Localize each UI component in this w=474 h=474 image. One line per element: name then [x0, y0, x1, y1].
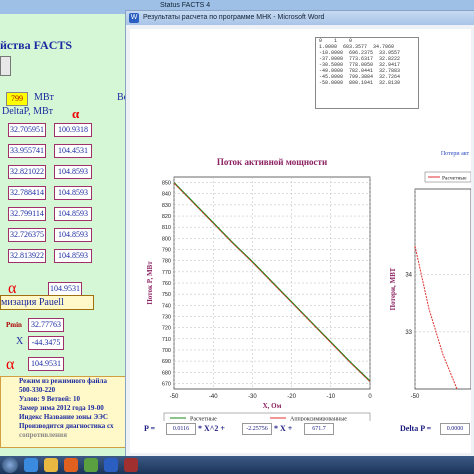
p-coef-b-field[interactable]: -2.25756 [242, 423, 272, 435]
alpha2-symbol: α [6, 356, 15, 373]
p-coef-c-field[interactable]: 671.7 [304, 423, 334, 435]
x-value-field[interactable]: -44.3475 [28, 336, 64, 350]
x-tick-label: -30 [248, 394, 257, 400]
delta-eq-label: Delta P = [400, 424, 432, 433]
table-cell[interactable]: 104.8593 [54, 249, 92, 263]
y-tick-label: 670 [162, 381, 171, 387]
small-button[interactable] [0, 56, 11, 76]
y-tick-label: 840 [162, 192, 171, 198]
y-axis-label: Поток P, МВт [146, 261, 154, 305]
y-tick-label: 790 [162, 248, 171, 254]
table-cell[interactable]: 104.8593 [54, 165, 92, 179]
table-cell[interactable]: 33.955741 [8, 144, 46, 158]
table-cell[interactable]: 32.813922 [8, 249, 46, 263]
delta-coef-a-field[interactable]: 0.0000 [440, 423, 470, 435]
mw-value-field[interactable]: 799 [6, 92, 28, 106]
p-eq-label: P = [144, 424, 156, 433]
app-icon[interactable] [124, 458, 138, 472]
status-line: Производится диагностика сх [19, 422, 114, 430]
y-tick-label: 700 [162, 348, 171, 354]
y-axis-label-2: Потери, МВТ [389, 267, 397, 310]
y-tick-label: 760 [162, 281, 171, 287]
y-tick-label: 680 [162, 370, 171, 376]
x-tick-label-2: -50 [411, 394, 420, 400]
table-cell[interactable]: 32.821022 [8, 165, 46, 179]
p-eq-x-label: * X + [274, 424, 293, 433]
start-orb-icon[interactable] [2, 457, 18, 473]
table-cell[interactable]: 104.8593 [54, 186, 92, 200]
data-line: -50.0000 800.1041 32.8139 [319, 80, 401, 86]
mw-unit-label: МВт [34, 92, 54, 103]
y-tick-label: 770 [162, 270, 171, 276]
media-icon[interactable] [84, 458, 98, 472]
losses-chart: Потери акт 33 34 -50 Потери, МВТ Расчетные [389, 151, 471, 400]
table-cell[interactable]: 32.799114 [8, 207, 46, 221]
taskbar [0, 456, 474, 474]
status-line: Режим из режимного файла [19, 377, 107, 385]
delta-p-label: DeltaP, МВт [2, 106, 54, 117]
results-window: W Результаты расчета по программе МНК - … [125, 10, 474, 458]
x-axis-label: X, Ом [263, 402, 282, 410]
y-tick-label: 780 [162, 259, 171, 265]
folder-icon[interactable] [44, 458, 58, 472]
plot-area-2 [414, 188, 471, 390]
y-tick-label: 690 [162, 359, 171, 365]
y-tick-label: 750 [162, 292, 171, 298]
x-tick-label: -10 [326, 394, 335, 400]
active-power-chart: Поток активной мощности -50 -40 -30 -20 -10 0 6… [146, 157, 372, 421]
alpha-value-field[interactable]: 104.9531 [48, 282, 82, 296]
alpha-symbol: α [72, 106, 80, 121]
p-coef-a-field[interactable]: 0.0116 [166, 423, 196, 435]
y-tick-label-2: 34 [405, 273, 412, 279]
optimization-button[interactable]: мизация Pauell [0, 295, 94, 310]
pmin-value-field[interactable]: 32.77763 [28, 318, 64, 332]
results-titlebar[interactable]: W Результаты расчета по программе МНК - … [126, 11, 474, 25]
y-tick-label: 830 [162, 203, 171, 209]
x-tick-label: -20 [287, 394, 296, 400]
ie-icon[interactable] [24, 458, 38, 472]
table-cell[interactable]: 104.4531 [54, 144, 92, 158]
legend-entry-2: Расчетные [442, 176, 467, 182]
table-cell[interactable]: 32.726375 [8, 228, 46, 242]
status-line: Узлов: 9 Ветвей: 10 [19, 395, 80, 403]
table-cell[interactable]: 32.705951 [8, 123, 46, 137]
y-tick-label: 720 [162, 326, 171, 332]
x-tick-label: -50 [170, 394, 179, 400]
y-tick-label: 710 [162, 337, 171, 343]
alpha2-value-field[interactable]: 104.9531 [28, 357, 64, 371]
p-equation: P = 0.0116 * X^2 + -2.25756 * X + 671.7 [144, 421, 380, 437]
firefox-icon[interactable] [64, 458, 78, 472]
data-text-box[interactable]: 0 1 0 1.0000 603.3577 34.7060 -10.0000 6… [315, 37, 419, 109]
facts-heading: йства FACTS [0, 38, 73, 52]
y-tick-label: 800 [162, 236, 171, 242]
word-icon[interactable] [104, 458, 118, 472]
table-cell[interactable]: 100.9318 [54, 123, 92, 137]
y-tick-label: 820 [162, 214, 171, 220]
status-line: 500-330-220 [19, 386, 56, 394]
y-tick-label-2: 33 [405, 330, 412, 336]
status-line: Замер зима 2012 года 19-00 [19, 404, 104, 412]
x-label: X [16, 336, 24, 347]
chart-title: Поток активной мощности [217, 157, 327, 167]
status-line: сопротивления [19, 431, 67, 439]
delta-equation: Delta P = 0.0000 [400, 421, 471, 437]
table-cell[interactable]: 104.8593 [54, 228, 92, 242]
y-tick-label: 740 [162, 303, 171, 309]
status-line: Индекс Название зоны ЭЭС [19, 413, 108, 421]
results-window-title: Результаты расчета по программе МНК - Mi… [143, 14, 325, 21]
table-cell[interactable]: 104.8593 [54, 207, 92, 221]
chart2-title: Потери акт [441, 151, 470, 157]
x-tick-label: 0 [368, 394, 372, 400]
document-area: 0 1 0 1.0000 603.3577 34.7060 -10.0000 6… [130, 29, 471, 453]
y-tick-label: 850 [162, 181, 171, 187]
background-window-title: Status FACTS 4 [160, 2, 211, 9]
y-tick-label: 810 [162, 225, 171, 231]
x-tick-label: -40 [209, 394, 218, 400]
status-panel: Режим из режимного файла 500-330-220 Узл… [0, 376, 128, 448]
p-eq-x2-label: * X^2 + [198, 424, 225, 433]
pmin-label: Pmin [6, 321, 22, 329]
y-tick-label: 730 [162, 314, 171, 320]
word-app-icon: W [129, 13, 139, 23]
table-cell[interactable]: 32.788414 [8, 186, 46, 200]
